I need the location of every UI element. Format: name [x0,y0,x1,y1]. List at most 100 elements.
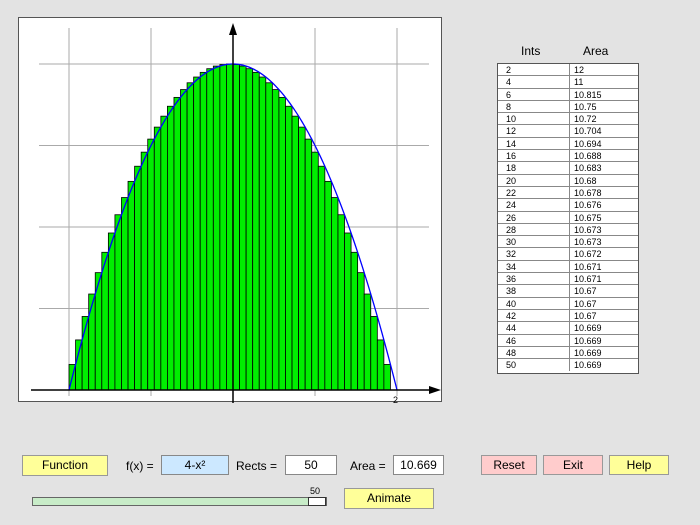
riemann-rect [245,68,254,391]
exit-button[interactable]: Exit [543,455,603,475]
rects-label: Rects = [236,459,278,473]
table-cell-area: 10.669 [574,323,602,334]
help-button[interactable]: Help [609,455,669,475]
table-cell-area: 10.688 [574,151,602,162]
table-cell-area: 10.683 [574,163,602,174]
table-row: 30 10.673 [498,236,638,249]
riemann-rect [330,197,339,391]
riemann-rect [180,89,188,391]
riemann-rect [153,126,162,391]
riemann-rect [304,138,313,391]
table-row: 44 10.669 [498,322,638,335]
riemann-rect [291,115,300,391]
table-row: 28 10.673 [498,223,638,237]
table-cell-ints: 42 [498,309,570,322]
table-cell-ints: 40 [498,297,570,309]
table-cell-area: 10.672 [574,249,602,260]
table-cell-area: 10.669 [574,360,602,371]
y-axis-arrow [229,23,237,35]
riemann-rect [337,214,345,391]
table-cell-ints: 22 [498,186,570,199]
riemann-rect [324,180,332,391]
riemann-rect [193,76,201,391]
table-cell-area: 10.75 [574,101,597,112]
table-cell-ints: 16 [498,150,570,162]
riemann-rect [107,232,116,391]
table-cell-area: 10.669 [574,347,602,358]
table-row: 34 10.671 [498,260,638,274]
table-row: 16 10.688 [498,150,638,163]
rects-field[interactable]: 50 [285,455,337,475]
table-cell-area: 10.671 [574,261,602,272]
riemann-rect [271,89,280,391]
table-cell-area: 10.72 [574,114,597,125]
results-table: 2 12 4 11 6 10.815 8 10.75 10 10.72 12 10.704 14 10.6… [497,63,639,374]
table-row: 24 10.676 [498,199,638,212]
table-cell-area: 10.678 [574,187,602,198]
table-row: 20 10.68 [498,174,638,187]
table-cell-ints: 46 [498,334,570,346]
table-row: 4 11 [498,76,638,89]
table-cell-ints: 14 [498,137,570,150]
table-cell-ints: 24 [498,199,570,211]
table-cell-area: 10.704 [574,126,602,137]
riemann-rect [101,251,109,391]
table-cell-ints: 48 [498,346,570,359]
table-cell-ints: 34 [498,260,570,273]
riemann-rect [147,138,155,391]
table-cell-ints: 6 [498,88,570,100]
riemann-rect [357,272,365,391]
function-button[interactable]: Function [22,455,108,476]
table-cell-area: 10.67 [574,310,597,321]
slider-value-label: 50 [310,486,321,496]
table-cell-area: 10.673 [574,224,602,235]
riemann-rect [258,76,267,391]
table-row: 40 10.67 [498,297,638,310]
table-row: 10 10.72 [498,113,638,126]
table-cell-ints: 20 [498,174,570,186]
table-cell-ints: 36 [498,273,570,285]
rect-count-slider[interactable] [32,497,327,506]
table-row: 48 10.669 [498,346,638,360]
riemann-rect [199,71,208,391]
table-row: 22 10.678 [498,186,638,200]
function-field[interactable]: 4-x² [161,455,229,475]
table-cell-area: 10.815 [574,89,602,100]
x-axis-arrow [429,386,441,394]
table-row: 26 10.675 [498,211,638,224]
table-cell-area: 10.67 [574,286,597,297]
riemann-rect [166,105,175,391]
area-field: 10.669 [393,455,444,475]
table-row: 32 10.672 [498,248,638,261]
riemann-rect [127,180,136,391]
table-row: 14 10.694 [498,137,638,151]
table-cell-ints: 12 [498,125,570,137]
table-cell-area: 10.673 [574,237,602,248]
table-cell-area: 11 [574,77,584,88]
riemann-rect [278,96,286,391]
riemann-rect [173,96,181,391]
riemann-plot: 2 [31,23,441,403]
table-row: 2 12 [498,64,638,77]
table-cell-area: 10.68 [574,175,597,186]
riemann-rect [140,151,149,391]
animate-button[interactable]: Animate [344,488,434,509]
riemann-rect [219,64,227,391]
table-row: 38 10.67 [498,285,638,298]
riemann-rect [239,65,247,391]
table-cell-ints: 4 [498,76,570,88]
table-cell-ints: 28 [498,223,570,236]
table-row: 6 10.815 [498,88,638,101]
header-ints: Ints [521,44,541,58]
riemann-rect [114,214,122,391]
table-cell-area: 10.675 [574,212,602,223]
riemann-rect [134,165,142,391]
riemann-rect [88,293,96,391]
riemann-rect [226,63,234,391]
slider-thumb[interactable] [308,497,326,506]
riemann-rect [370,316,378,391]
table-row: 36 10.671 [498,273,638,286]
reset-button[interactable]: Reset [481,455,537,475]
table-cell-area: 10.694 [574,138,602,149]
area-label: Area = [350,459,386,473]
